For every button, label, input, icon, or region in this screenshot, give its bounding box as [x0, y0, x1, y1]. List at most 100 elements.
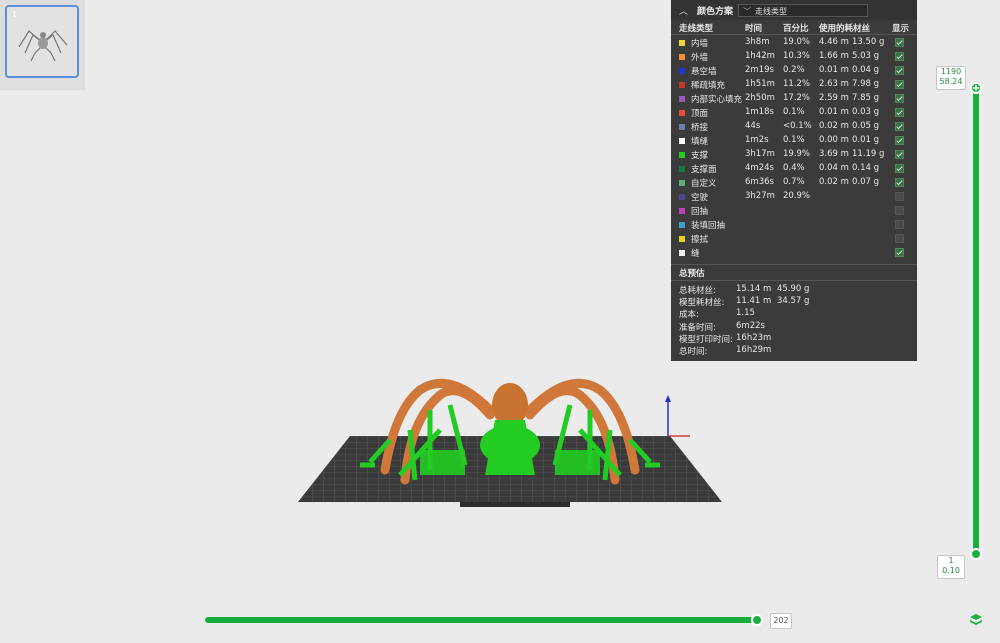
filament-length: 0.04 m [819, 163, 849, 173]
color-swatch [679, 124, 685, 130]
show-checkbox[interactable] [895, 38, 904, 47]
extrusion-percent: 20.9% [783, 191, 811, 201]
legend-row: 支撑 3h17m 19.9% 3.69 m 11.19 g [671, 148, 917, 162]
bottom-layer-height: 0.10 [942, 566, 960, 575]
show-checkbox[interactable] [895, 220, 904, 229]
show-checkbox[interactable] [895, 164, 904, 173]
show-checkbox[interactable] [895, 52, 904, 61]
extrusion-percent: 0.4% [783, 163, 805, 173]
color-swatch [679, 68, 685, 74]
filament-length: 0.01 m [819, 107, 849, 117]
extrusion-percent: 0.1% [783, 135, 805, 145]
legend-title: 颜色方案 [697, 7, 734, 17]
move-slider-track[interactable] [205, 617, 757, 623]
divider [671, 264, 917, 265]
extrusion-percent: 11.2% [783, 79, 811, 89]
extrusion-type: 填缝 [691, 137, 709, 147]
plate-thumbnail-panel: 1 [0, 0, 85, 90]
layer-slider-top-handle[interactable] [970, 82, 982, 94]
show-checkbox[interactable] [895, 150, 904, 159]
extrusion-type: 桥接 [691, 123, 709, 133]
legend-row: 回抽 [671, 204, 917, 218]
summary-label: 模型耗材丝: [679, 298, 725, 309]
filament-length: 2.59 m [819, 93, 849, 103]
legend-row: 空驶 3h27m 20.9% [671, 190, 917, 204]
legend-row: 外墙 1h42m 10.3% 1.66 m 5.03 g [671, 50, 917, 64]
show-checkbox[interactable] [895, 178, 904, 187]
layer-slider-bottom-handle[interactable] [970, 548, 982, 560]
legend-row: 内墙 3h8m 19.0% 4.46 m 13.50 g [671, 36, 917, 50]
legend-row: 桥接 44s <0.1% 0.02 m 0.05 g [671, 120, 917, 134]
color-swatch [679, 208, 685, 214]
legend-row: 缝 [671, 246, 917, 260]
extrusion-time: 2m19s [745, 65, 774, 75]
chevron-up-icon[interactable]: ︿ [679, 4, 688, 17]
extrusion-percent: 0.1% [783, 107, 805, 117]
extrusion-type: 悬空墙 [691, 67, 717, 77]
extrusion-type: 顶面 [691, 109, 709, 119]
top-layer-label: 1190 58.24 [936, 66, 966, 90]
move-slider-value: 202 [770, 613, 792, 629]
layer-slider-track[interactable] [973, 88, 979, 554]
show-checkbox[interactable] [895, 80, 904, 89]
extrusion-time: 3h8m [745, 37, 770, 47]
summary-value: 6m22s [736, 320, 765, 331]
extrusion-type: 稀疏填充 [691, 81, 726, 91]
show-checkbox[interactable] [895, 192, 904, 201]
extrusion-type: 擦拭 [691, 235, 709, 245]
legend-row: 稀疏填充 1h51m 11.2% 2.63 m 7.98 g [671, 78, 917, 92]
column-header-time: 时间 [745, 24, 763, 34]
column-header-show: 显示 [892, 24, 910, 34]
top-layer-number: 1190 [940, 67, 962, 76]
show-checkbox[interactable] [895, 108, 904, 117]
spider-model [360, 378, 660, 485]
extrusion-type: 回抽 [691, 207, 709, 217]
color-scheme-value: 走线类型 [755, 7, 787, 16]
filament-weight: 0.07 g [852, 177, 880, 187]
move-slider-handle[interactable] [751, 614, 763, 626]
show-checkbox[interactable] [895, 206, 904, 215]
filament-weight: 0.01 g [852, 135, 880, 145]
summary-label: 准备时间: [679, 322, 716, 333]
extrusion-time: 6m36s [745, 177, 774, 187]
legend-row: 内部实心填充 2h50m 17.2% 2.59 m 7.85 g [671, 92, 917, 106]
extrusion-time: 2h50m [745, 93, 775, 103]
extrusion-time: 1m2s [745, 135, 769, 145]
show-checkbox[interactable] [895, 94, 904, 103]
filament-length: 2.63 m [819, 79, 849, 89]
color-swatch [679, 96, 685, 102]
legend-row: 装填回抽 [671, 218, 917, 232]
color-scheme-select[interactable]: ﹀ 走线类型 [738, 4, 868, 17]
filament-weight: 0.05 g [852, 121, 880, 131]
filament-weight: 7.85 g [852, 93, 880, 103]
spider-thumbnail-icon [18, 30, 68, 62]
color-swatch [679, 138, 685, 144]
color-swatch [679, 166, 685, 172]
show-checkbox[interactable] [895, 248, 904, 257]
extrusion-type: 支撑 [691, 151, 709, 161]
summary-row: 成本: 1.15 [671, 308, 917, 320]
filament-length: 0.00 m [819, 135, 849, 145]
show-checkbox[interactable] [895, 234, 904, 243]
viewport-scene[interactable] [290, 370, 730, 520]
legend-row: 填缝 1m2s 0.1% 0.00 m 0.01 g [671, 134, 917, 148]
plate-thumbnail[interactable]: 1 [5, 5, 79, 78]
extrusion-type: 缝 [691, 249, 700, 259]
color-swatch [679, 82, 685, 88]
show-checkbox[interactable] [895, 136, 904, 145]
filament-weight: 0.03 g [852, 107, 880, 117]
color-swatch [679, 54, 685, 60]
extrusion-percent: 19.9% [783, 149, 811, 159]
layers-icon[interactable] [968, 612, 984, 628]
extrusion-type: 空驶 [691, 193, 709, 203]
bottom-layer-number: 1 [948, 556, 954, 565]
show-checkbox[interactable] [895, 122, 904, 131]
extrusion-percent: 10.3% [783, 51, 811, 61]
show-checkbox[interactable] [895, 66, 904, 75]
summary-value-secondary: 45.90 g [777, 284, 810, 294]
divider [671, 280, 917, 281]
extrusion-time: 3h17m [745, 149, 775, 159]
plate-number: 1 [12, 10, 18, 19]
bottom-layer-label: 1 0.10 [937, 555, 965, 579]
filament-length: 1.66 m [819, 51, 849, 61]
